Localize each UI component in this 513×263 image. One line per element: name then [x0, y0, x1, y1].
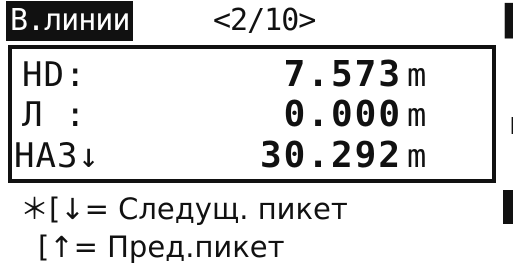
- measurement-row-l: Л : 0.000 m: [12, 94, 492, 136]
- measurement-row-hd: HD: 7.573 m: [12, 54, 492, 96]
- title-bar: В.линии <2/10>: [0, 0, 513, 44]
- measurement-panel: HD: 7.573 m Л : 0.000 m НАЗ↓ 30.292 m: [8, 45, 496, 183]
- measurement-unit: m: [407, 137, 427, 175]
- measurement-value: 30.292: [259, 135, 402, 176]
- measurement-label: HD:: [22, 55, 87, 95]
- measurement-row-az: НАЗ↓ 30.292 m: [12, 135, 492, 177]
- measurement-value: 0.000: [283, 94, 402, 135]
- hint-prev-point[interactable]: [↑= Пред.пикет: [38, 229, 285, 263]
- measurement-unit: m: [407, 56, 427, 94]
- hint-next-point[interactable]: ＊[↓= Следущ. пикет: [20, 191, 348, 227]
- measurement-label: НАЗ↓: [14, 136, 100, 176]
- measurement-unit: m: [407, 96, 427, 134]
- page-indicator[interactable]: <2/10>: [213, 1, 316, 41]
- mode-title: В.линии: [6, 1, 134, 41]
- measurement-value: 7.573: [283, 54, 402, 95]
- instrument-screen: В.линии <2/10> ▌ h HD: 7.573 m Л : 0.000…: [0, 0, 513, 263]
- measurement-label: Л :: [22, 95, 87, 135]
- battery-icon: [503, 190, 513, 224]
- edge-glyph-icon: ▌: [505, 2, 513, 42]
